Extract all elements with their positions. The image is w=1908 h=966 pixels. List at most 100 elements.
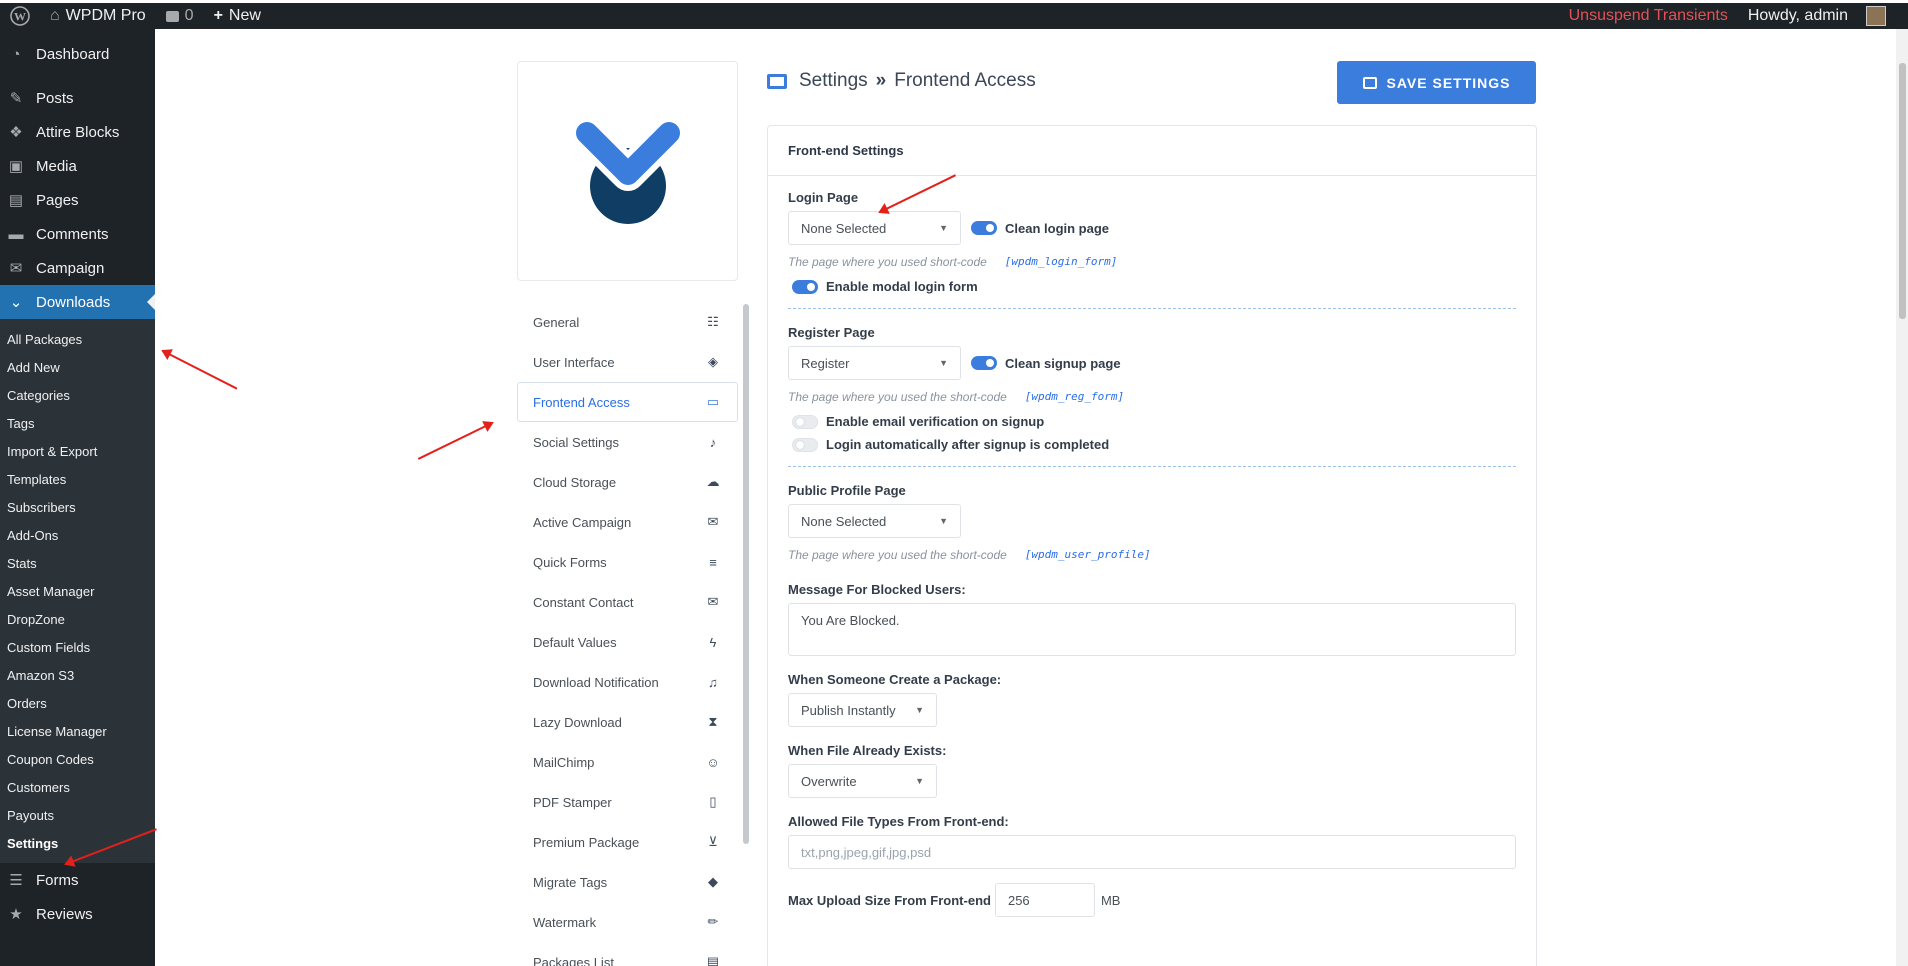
submenu-import-export[interactable]: Import & Export [0,437,155,465]
nav-general[interactable]: General ☷ [517,302,738,342]
submenu-coupon-codes[interactable]: Coupon Codes [0,745,155,773]
profile-help-text: The page where you used the short-code [w… [788,548,1151,562]
unsuspend-transients-link[interactable]: Unsuspend Transients [1559,3,1738,29]
create-package-select[interactable]: Publish Instantly ▼ [788,693,937,727]
register-page-label: Register Page [788,325,875,340]
menu-campaign[interactable]: ✉ Campaign [0,251,155,285]
submenu-templates[interactable]: Templates [0,465,155,493]
settings-nav-scrollbar[interactable] [743,304,749,844]
auto-login-toggle[interactable]: Login automatically after signup is comp… [792,437,1516,452]
nav-mailchimp[interactable]: MailChimp ☺ [517,742,738,782]
svg-text:W: W [14,10,26,24]
menu-forms[interactable]: ☰ Forms [0,863,155,897]
nav-packages-list[interactable]: Packages List ▤ [517,942,738,966]
howdy-link[interactable]: Howdy, admin [1738,3,1858,29]
submenu-categories[interactable]: Categories [0,381,155,409]
submenu-license-manager[interactable]: License Manager [0,717,155,745]
toggle-switch[interactable] [971,356,997,370]
submenu-add-ons[interactable]: Add-Ons [0,521,155,549]
file-types-label: Allowed File Types From Front-end: [788,814,1009,829]
bell-icon: ♫ [708,674,718,690]
submenu-orders[interactable]: Orders [0,689,155,717]
menu-media[interactable]: ▣ Media [0,149,155,183]
blocked-message-textarea[interactable]: You Are Blocked. [788,603,1516,656]
sliders-icon: ☷ [707,314,719,329]
profile-page-group: Public Profile Page None Selected ▼ The p… [788,467,1516,570]
register-help-text: The page where you used the short-code [w… [788,390,1125,404]
menu-downloads[interactable]: ⌄ Downloads [0,285,155,319]
hourglass-icon: ⧗ [708,714,718,729]
submenu-asset-manager[interactable]: Asset Manager [0,577,155,605]
nav-default-values[interactable]: Default Values ϟ [517,622,738,662]
max-upload-input[interactable]: 256 [994,883,1095,917]
submenu-amazon-s3[interactable]: Amazon S3 [0,661,155,689]
twitter-icon: ♪ [709,434,717,450]
menu-comments[interactable]: ▬ Comments [0,217,155,251]
page-scrollbar-thumb[interactable] [1899,63,1906,319]
menu-attire-blocks[interactable]: ❖ Attire Blocks [0,115,155,149]
nav-social-settings[interactable]: Social Settings ♪ [517,422,738,462]
submenu-dropzone[interactable]: DropZone [0,605,155,633]
nav-lazy-download[interactable]: Lazy Download ⧗ [517,702,738,742]
admin-sidebar: ◔ Dashboard ✎ Posts ❖ Attire Blocks ▣ Media … [0,29,155,966]
nav-migrate-tags[interactable]: Migrate Tags ◆ [517,862,738,902]
wordpress-icon: W [10,6,30,26]
nav-download-notification[interactable]: Download Notification ♫ [517,662,738,702]
file-types-input[interactable]: txt,png,jpeg,gif,jpg,psd [788,835,1516,869]
nav-constant-contact[interactable]: Constant Contact ✉ [517,582,738,622]
nav-cloud-storage[interactable]: Cloud Storage ☁ [517,462,738,502]
envelope-icon: ✉ [707,514,719,529]
nav-active-campaign[interactable]: Active Campaign ✉ [517,502,738,542]
site-name-link[interactable]: ⌂ WPDM Pro [40,3,156,29]
save-settings-button[interactable]: SAVE SETTINGS [1337,61,1536,104]
menu-posts[interactable]: ✎ Posts [0,81,155,115]
submenu-settings[interactable]: Settings [0,829,155,857]
nav-watermark[interactable]: Watermark ✏ [517,902,738,942]
nav-pdf-stamper[interactable]: PDF Stamper ▯ [517,782,738,822]
menu-pages[interactable]: ▤ Pages [0,183,155,217]
mailchimp-icon: ☺ [706,754,720,770]
caret-down-icon: ▼ [915,705,924,715]
avatar[interactable] [1866,6,1886,26]
clean-signup-toggle[interactable]: Clean signup page [971,356,1121,371]
menu-reviews[interactable]: ★ Reviews [0,897,155,931]
page-scrollbar[interactable] [1896,29,1908,966]
new-content-link[interactable]: + New [204,3,271,29]
clean-login-toggle[interactable]: Clean login page [971,221,1109,236]
file-exists-select[interactable]: Overwrite ▼ [788,764,937,798]
nav-quick-forms[interactable]: Quick Forms ≡ [517,542,738,582]
plus-icon: + [213,7,223,24]
register-page-group: Register Page Register ▼ Clean signup pag… [788,309,1516,467]
submenu-all-packages[interactable]: All Packages [0,325,155,353]
comments-link[interactable]: 0 [156,3,204,29]
envelope-icon: ✉ [707,594,719,609]
caret-down-icon: ▼ [915,776,924,786]
toggle-switch[interactable] [971,221,997,235]
menu-dashboard[interactable]: ◔ Dashboard [0,37,155,71]
submenu-payouts[interactable]: Payouts [0,801,155,829]
blocked-message-label: Message For Blocked Users: [788,582,966,597]
wpdm-logo-icon [572,116,683,224]
toggle-switch[interactable] [792,437,818,452]
wordpress-logo[interactable]: W [0,3,40,29]
profile-page-select[interactable]: None Selected ▼ [788,504,961,538]
admin-bar: W ⌂ WPDM Pro 0 + New Unsuspend Transient… [0,0,1908,29]
modal-login-toggle[interactable]: Enable modal login form [792,279,1516,294]
submenu-custom-fields[interactable]: Custom Fields [0,633,155,661]
nav-frontend-access[interactable]: Frontend Access ▭ [517,382,738,422]
register-page-select[interactable]: Register ▼ [788,346,961,380]
submenu-customers[interactable]: Customers [0,773,155,801]
submenu-stats[interactable]: Stats [0,549,155,577]
toggle-switch[interactable] [792,279,818,294]
nav-user-interface[interactable]: User Interface ◈ [517,342,738,382]
toggle-switch[interactable] [792,414,818,429]
nav-premium-package[interactable]: Premium Package ⊻ [517,822,738,862]
submenu-add-new[interactable]: Add New [0,353,155,381]
settings-nav: General ☷ User Interface ◈ Frontend Access… [517,302,738,966]
submenu-tags[interactable]: Tags [0,409,155,437]
login-page-select[interactable]: None Selected ▼ [788,211,961,245]
submenu-subscribers[interactable]: Subscribers [0,493,155,521]
email-verification-toggle[interactable]: Enable email verification on signup [792,414,1516,429]
pdf-icon: ▯ [709,794,717,809]
pin-icon: ✎ [9,90,23,107]
